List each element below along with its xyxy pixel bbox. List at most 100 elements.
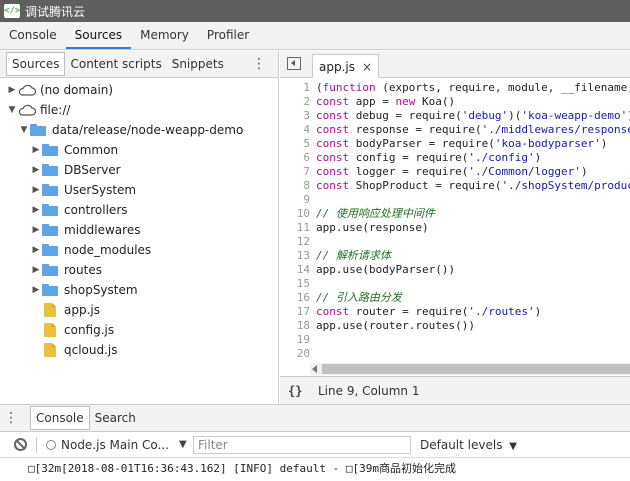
folder-icon (30, 124, 46, 136)
devtools-app-icon: </> (4, 4, 21, 18)
code-line[interactable]: const response = require('./middlewares/… (316, 123, 630, 137)
tree-item-folder[interactable]: ▶ DBServer (30, 160, 121, 180)
tree-item-file-root[interactable]: ▼ file:// (6, 100, 71, 120)
pretty-print-icon[interactable]: {} (288, 384, 308, 398)
code-line[interactable] (316, 347, 630, 361)
tree-item-project-folder[interactable]: ▼ data/release/node-weapp-demo (18, 120, 244, 140)
line-number[interactable]: 4 (280, 123, 310, 137)
scrollbar-thumb[interactable] (322, 364, 630, 374)
collapse-arrow-icon[interactable]: ▼ (18, 125, 30, 135)
line-number[interactable]: 5 (280, 137, 310, 151)
tree-item-file[interactable]: config.js (44, 320, 114, 340)
tree-item-folder[interactable]: ▶ UserSystem (30, 180, 137, 200)
more-options-icon[interactable]: ⋮ (252, 57, 266, 71)
code-line[interactable] (316, 235, 630, 249)
tree-item-folder[interactable]: ▶ Common (30, 140, 119, 160)
line-number[interactable]: 21 (280, 361, 310, 363)
code-line[interactable]: app.use(bodyParser()) (316, 263, 630, 277)
tree-item-folder[interactable]: ▶ controllers (30, 200, 128, 220)
horizontal-scrollbar[interactable] (310, 363, 630, 375)
line-number[interactable]: 17 (280, 305, 310, 319)
window-title: 调试腾讯云 (25, 4, 86, 19)
expand-arrow-icon[interactable]: ▶ (30, 165, 42, 175)
expand-arrow-icon[interactable]: ▶ (30, 285, 42, 295)
line-number[interactable]: 6 (280, 151, 310, 165)
code-lines[interactable]: (function (exports, require, module, __f… (316, 81, 630, 363)
navigator-tab-sources[interactable]: Sources (6, 52, 66, 76)
line-number[interactable]: 15 (280, 277, 310, 291)
more-tools-icon[interactable]: ⋮ (0, 410, 22, 426)
code-line[interactable]: app.use(response) (316, 221, 630, 235)
line-number[interactable]: 18 (280, 319, 310, 333)
tree-item-no-domain[interactable]: ▶ (no domain) (6, 80, 114, 100)
expand-arrow-icon[interactable]: ▶ (30, 205, 42, 215)
tree-item-folder[interactable]: ▶ node_modules (30, 240, 152, 260)
code-line[interactable]: const bodyParser = require('koa-bodypars… (316, 137, 630, 151)
folder-icon (42, 284, 58, 296)
line-number[interactable]: 9 (280, 193, 310, 207)
navigator-tab-content-scripts[interactable]: Content scripts (65, 53, 166, 75)
line-number[interactable]: 3 (280, 109, 310, 123)
code-line[interactable] (316, 193, 630, 207)
tree-item-file[interactable]: app.js (44, 300, 100, 320)
code-line[interactable]: // 引入路由分发 (316, 291, 630, 305)
cursor-position: Line 9, Column 1 (318, 383, 420, 398)
code-line[interactable]: // 使用响应处理中间件 (316, 207, 630, 221)
tree-item-folder[interactable]: ▶ middlewares (30, 220, 141, 240)
expand-arrow-icon[interactable]: ▶ (30, 245, 42, 255)
line-number[interactable]: 12 (280, 235, 310, 249)
code-line[interactable]: // 解析请求体 (316, 249, 630, 263)
line-number[interactable]: 2 (280, 95, 310, 109)
filter-input[interactable] (193, 436, 411, 454)
toolbar-divider (36, 437, 37, 453)
expand-arrow-icon[interactable]: ▶ (30, 185, 42, 195)
tree-item-file[interactable]: qcloud.js (44, 340, 118, 360)
code-line[interactable]: const logger = require('./Common/logger'… (316, 165, 630, 179)
line-number[interactable]: 20 (280, 347, 310, 361)
scroll-left-icon[interactable] (312, 365, 317, 373)
code-line[interactable] (316, 277, 630, 291)
line-number[interactable]: 16 (280, 291, 310, 305)
expand-arrow-icon[interactable]: ▶ (6, 85, 18, 95)
tree-item-folder[interactable]: ▶ shopSystem (30, 280, 138, 300)
log-levels-select[interactable]: Default levels ▼ (420, 432, 517, 460)
editor-tab-app-js[interactable]: app.js × (312, 54, 380, 78)
line-number[interactable]: 14 (280, 263, 310, 277)
code-line[interactable]: app.use(router.routes()) (316, 319, 630, 333)
main-tabs: Console Sources Memory Profiler (0, 22, 630, 50)
line-number[interactable]: 8 (280, 179, 310, 193)
expand-arrow-icon[interactable]: ▶ (30, 145, 42, 155)
tab-console[interactable]: Console (0, 22, 66, 49)
code-line[interactable]: const config = require('./config') (316, 151, 630, 165)
execution-context-select[interactable]: Node.js Main Co... ▼ (46, 432, 187, 458)
code-line[interactable]: const router = require('./routes') (316, 305, 630, 319)
line-number[interactable]: 19 (280, 333, 310, 347)
line-number[interactable]: 1 (280, 81, 310, 95)
toggle-navigator-icon[interactable] (287, 57, 301, 70)
expand-arrow-icon[interactable]: ▶ (30, 225, 42, 235)
drawer-tab-console[interactable]: Console (30, 406, 90, 430)
code-line[interactable]: const ShopProduct = require('./shopSyste… (316, 179, 630, 193)
tree-item-folder[interactable]: ▶ routes (30, 260, 102, 280)
clear-console-icon[interactable] (14, 438, 27, 451)
line-number[interactable]: 10 (280, 207, 310, 221)
code-line[interactable]: (function (exports, require, module, __f… (316, 81, 630, 95)
tree-item-label: app.js (64, 303, 100, 317)
code-line[interactable]: const app = new Koa() (316, 95, 630, 109)
code-line[interactable]: const debug = require('debug')('koa-weap… (316, 109, 630, 123)
tree-item-label: data/release/node-weapp-demo (52, 123, 244, 137)
line-number[interactable]: 13 (280, 249, 310, 263)
code-line[interactable] (316, 333, 630, 347)
line-number[interactable]: 7 (280, 165, 310, 179)
code-area[interactable]: 12345678910111213141516171819202122 (fun… (280, 79, 630, 363)
navigator-tab-snippets[interactable]: Snippets (167, 53, 229, 75)
drawer-tab-search[interactable]: Search (90, 407, 141, 429)
tree-item-label: node_modules (64, 243, 152, 257)
close-tab-icon[interactable]: × (362, 56, 372, 78)
tab-sources[interactable]: Sources (65, 22, 132, 49)
tab-profiler[interactable]: Profiler (198, 22, 258, 49)
tab-memory[interactable]: Memory (131, 22, 198, 49)
collapse-arrow-icon[interactable]: ▼ (6, 105, 18, 115)
line-number[interactable]: 11 (280, 221, 310, 235)
expand-arrow-icon[interactable]: ▶ (30, 265, 42, 275)
